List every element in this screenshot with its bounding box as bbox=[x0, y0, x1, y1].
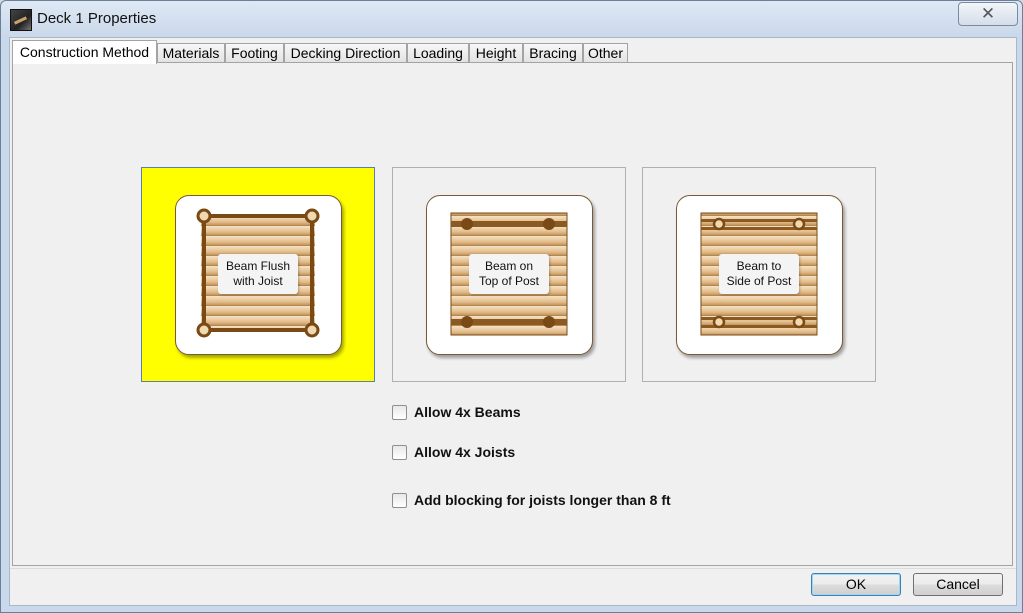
beam-side-post-label: Beam to Side of Post bbox=[719, 254, 799, 294]
beam-flush-option[interactable]: Beam Flush with Joist bbox=[141, 167, 375, 382]
add-blocking-row[interactable]: Add blocking for joists longer than 8 ft bbox=[392, 491, 671, 509]
allow-4x-beams-row[interactable]: Allow 4x Beams bbox=[392, 403, 521, 421]
close-button[interactable]: ✕ bbox=[958, 2, 1018, 26]
beam-top-post-option[interactable]: Beam on Top of Post bbox=[392, 167, 626, 382]
beam-flush-label: Beam Flush with Joist bbox=[218, 254, 298, 294]
beam-top-post-card: Beam on Top of Post bbox=[426, 195, 593, 355]
add-blocking-label: Add blocking for joists longer than 8 ft bbox=[414, 492, 671, 508]
dialog-client: Construction Method Materials Footing De… bbox=[9, 37, 1017, 606]
ok-button[interactable]: OK bbox=[811, 573, 901, 596]
tab-other[interactable]: Other bbox=[583, 43, 628, 62]
title-bar[interactable]: Deck 1 Properties ✕ bbox=[1, 1, 1022, 37]
construction-method-panel: Beam Flush with Joist Beam on Top of Pos… bbox=[12, 62, 1013, 566]
allow-4x-joists-label: Allow 4x Joists bbox=[414, 444, 516, 460]
allow-4x-beams-label: Allow 4x Beams bbox=[414, 404, 521, 420]
add-blocking-checkbox[interactable] bbox=[392, 492, 407, 508]
dialog-window: Deck 1 Properties ✕ Construction Method … bbox=[0, 0, 1023, 613]
tab-strip: Construction Method Materials Footing De… bbox=[12, 40, 1002, 64]
window-title: Deck 1 Properties bbox=[37, 10, 157, 27]
tab-construction-method[interactable]: Construction Method bbox=[12, 40, 157, 64]
beam-side-post-option[interactable]: Beam to Side of Post bbox=[642, 167, 876, 382]
allow-4x-beams-checkbox[interactable] bbox=[392, 404, 407, 420]
tab-height[interactable]: Height bbox=[469, 43, 523, 62]
tab-loading[interactable]: Loading bbox=[407, 43, 469, 62]
tab-decking-direction[interactable]: Decking Direction bbox=[284, 43, 407, 62]
allow-4x-joists-checkbox[interactable] bbox=[392, 444, 407, 460]
beam-side-post-card: Beam to Side of Post bbox=[676, 195, 843, 355]
footer-divider bbox=[10, 568, 1016, 569]
tab-footing[interactable]: Footing bbox=[225, 43, 284, 62]
allow-4x-joists-row[interactable]: Allow 4x Joists bbox=[392, 443, 515, 461]
beam-flush-card: Beam Flush with Joist bbox=[175, 195, 342, 355]
beam-top-post-label: Beam on Top of Post bbox=[469, 254, 549, 294]
cancel-button[interactable]: Cancel bbox=[913, 573, 1003, 596]
app-icon bbox=[10, 9, 32, 31]
tab-materials[interactable]: Materials bbox=[157, 43, 225, 62]
tab-bracing[interactable]: Bracing bbox=[523, 43, 583, 62]
